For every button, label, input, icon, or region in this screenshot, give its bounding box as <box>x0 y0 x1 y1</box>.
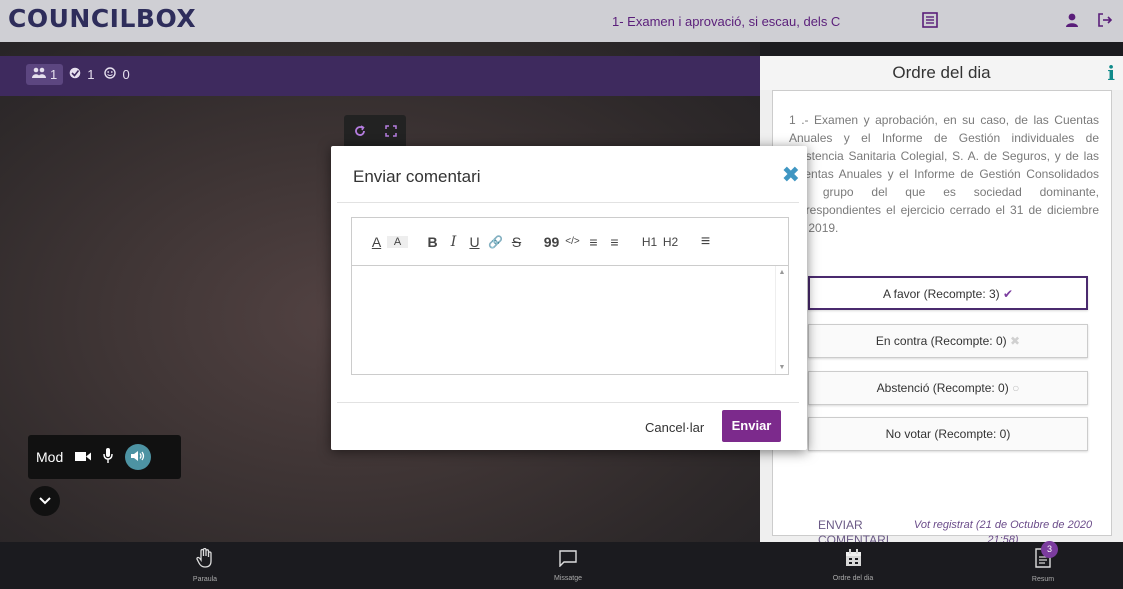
volume-button[interactable] <box>125 444 152 470</box>
user-icon[interactable] <box>1061 9 1083 31</box>
bottom-nav: Paraula Missatge Ordre del dia 3 Resum <box>0 541 1123 589</box>
rich-text-editor: A A B I U 🔗 S 99 </> ≡ ≡ H1 H2 ≡ ▲ ▼ <box>351 217 789 375</box>
agenda-panel: Ordre del dia i 1 .- Examen y aprobación… <box>760 56 1123 547</box>
expand-button[interactable] <box>30 486 60 516</box>
agenda-header: Ordre del dia i <box>760 56 1123 90</box>
agenda-list-icon[interactable] <box>919 9 941 31</box>
microphone-icon[interactable] <box>103 448 113 466</box>
app-logo: COUNCILBOX <box>8 4 197 33</box>
bold-icon[interactable]: B <box>422 234 443 250</box>
nav-missatge-label: Missatge <box>553 574 582 582</box>
divider <box>337 202 799 203</box>
strikethrough-icon[interactable]: S <box>506 234 527 250</box>
nav-resum-label: Resum <box>1031 576 1055 583</box>
camera-icon[interactable] <box>75 449 92 465</box>
nav-ordre-del-dia[interactable]: Ordre del dia <box>798 542 908 589</box>
calendar-icon <box>845 549 862 572</box>
participants-bar: 1 1 0 <box>0 56 760 96</box>
vote-abstain-button[interactable]: Abstenció (Recompte: 0) ○ <box>808 371 1088 405</box>
modal-title: Enviar comentari <box>353 167 481 186</box>
heading1-icon[interactable]: H1 <box>639 235 660 249</box>
message-icon <box>559 549 577 572</box>
checkmark-icon: ✔ <box>1003 287 1014 301</box>
editor-scrollbar[interactable]: ▲ ▼ <box>775 266 788 374</box>
ordered-list-icon[interactable]: ≡ <box>583 234 604 250</box>
send-button[interactable]: Enviar <box>722 410 781 442</box>
resum-count-badge: 3 <box>1041 541 1058 558</box>
nav-ordre-label: Ordre del dia <box>832 575 874 582</box>
logout-icon[interactable] <box>1094 9 1116 31</box>
scroll-down-icon[interactable]: ▼ <box>776 364 788 371</box>
vote-in-favor-button[interactable]: A favor (Recompte: 3) ✔ <box>808 276 1088 310</box>
no-vote-label: No votar (Recompte: 0) <box>885 427 1011 441</box>
vote-against-label: En contra (Recompte: 0) <box>875 334 1007 348</box>
comment-textarea[interactable] <box>352 266 776 374</box>
editor-toolbar: A A B I U 🔗 S 99 </> ≡ ≡ H1 H2 ≡ <box>352 218 788 266</box>
mod-label: Mod <box>36 449 64 465</box>
no-vote-button[interactable]: No votar (Recompte: 0) <box>808 417 1088 451</box>
divider <box>337 402 799 403</box>
top-bar: COUNCILBOX 1- Examen i aprovació, si esc… <box>0 0 1123 42</box>
users-icon <box>32 67 46 82</box>
nav-paraula[interactable]: Paraula <box>150 542 260 589</box>
unordered-list-icon[interactable]: ≡ <box>604 234 625 250</box>
chevron-down-icon <box>39 492 51 510</box>
quote-icon[interactable]: 99 <box>541 234 562 250</box>
nav-resum[interactable]: 3 Resum <box>988 541 1098 589</box>
current-point-title[interactable]: 1- Examen i aprovació, si escau, dels C <box>612 14 842 29</box>
close-icon[interactable]: ✖ <box>782 162 800 188</box>
link-icon[interactable]: 🔗 <box>485 235 506 249</box>
video-controls <box>344 115 406 149</box>
heading2-icon[interactable]: H2 <box>660 235 681 249</box>
vote-in-favor-label: A favor (Recompte: 3) <box>882 287 1000 301</box>
code-icon[interactable]: </> <box>562 236 583 247</box>
fullscreen-icon[interactable] <box>384 124 397 140</box>
cancel-button[interactable]: Cancel·lar <box>645 420 704 435</box>
underline-icon[interactable]: U <box>464 234 485 250</box>
comment-modal: Enviar comentari ✖ A A B I U 🔗 S 99 </> … <box>331 146 807 450</box>
vote-abstain-label: Abstenció (Recompte: 0) <box>876 381 1009 395</box>
agenda-body: 1 .- Examen y aprobación, en su caso, de… <box>772 90 1112 547</box>
refresh-icon[interactable] <box>354 124 366 140</box>
background-color-icon[interactable]: A <box>387 235 408 248</box>
info-icon[interactable]: i <box>1107 56 1115 90</box>
circle-icon: ○ <box>1012 381 1020 395</box>
agenda-title: Ordre del dia <box>892 63 991 82</box>
guest-icon <box>104 67 117 82</box>
participants-count-badge[interactable]: 1 <box>26 64 64 85</box>
cross-icon: ✖ <box>1010 334 1021 348</box>
agenda-point-text: 1 .- Examen y aprobación, en su caso, de… <box>789 113 1099 235</box>
participant-counts: 1 1 0 <box>26 64 130 85</box>
align-icon[interactable]: ≡ <box>695 233 716 251</box>
guests-count: 0 <box>122 67 130 82</box>
online-icon <box>69 67 81 82</box>
scroll-up-icon[interactable]: ▲ <box>776 269 788 276</box>
volume-icon <box>131 449 145 465</box>
italic-icon[interactable]: I <box>443 234 464 250</box>
online-count: 1 <box>87 67 95 82</box>
text-color-icon[interactable]: A <box>366 234 387 250</box>
vote-against-button[interactable]: En contra (Recompte: 0) ✖ <box>808 324 1088 358</box>
moderator-panel: Mod <box>28 435 181 479</box>
raise-hand-icon <box>196 547 214 573</box>
participants-count: 1 <box>50 67 58 82</box>
nav-paraula-label: Paraula <box>192 576 218 583</box>
nav-missatge[interactable]: Missatge <box>513 542 623 589</box>
